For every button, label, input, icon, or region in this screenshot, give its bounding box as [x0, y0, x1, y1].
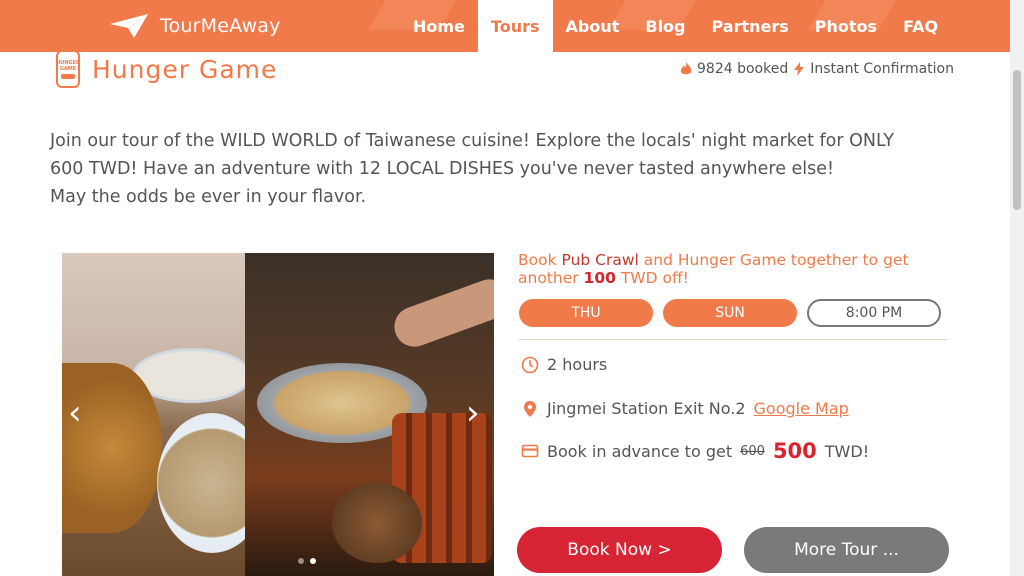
promo-text: TWD off! — [615, 269, 689, 287]
nav-item-photos[interactable]: Photos — [802, 0, 890, 52]
desc-line: Join our tour of the WILD WORLD of Taiwa… — [50, 131, 895, 151]
advance-text: Book in advance to get — [547, 441, 733, 461]
credit-card-icon — [521, 444, 539, 458]
booked-count: 9824 booked — [697, 61, 789, 77]
brand-logo[interactable]: TourMeAway — [108, 12, 281, 40]
map-pin-icon — [524, 400, 536, 417]
promo-text: another — [518, 269, 584, 287]
top-navbar: TourMeAway Home Tours About Blog Partner… — [0, 0, 1010, 52]
carousel-dot[interactable] — [298, 558, 304, 564]
tour-description: Join our tour of the WILD WORLD of Taiwa… — [50, 127, 970, 211]
badge-text: HUNGER GAME — [56, 59, 80, 72]
pub-crawl-link[interactable]: Pub Crawl — [562, 251, 639, 269]
desc-line: 600 TWD! Have an adventure with 12 LOCAL… — [50, 159, 835, 179]
book-now-button[interactable]: Book Now > — [517, 527, 722, 573]
price-row: Book in advance to get 600 500 TWD! — [521, 439, 869, 463]
currency-text: TWD! — [824, 441, 870, 461]
scrollbar-thumb[interactable] — [1013, 70, 1021, 210]
hunger-game-badge-icon: HUNGER GAME — [56, 50, 80, 88]
promo-text: Book — [518, 251, 562, 269]
nav-item-home[interactable]: Home — [400, 0, 478, 52]
schedule-pills: THU SUN 8:00 PM — [519, 299, 941, 327]
badge-bar — [61, 73, 75, 79]
carousel-dot-active[interactable] — [310, 558, 316, 564]
flame-icon — [680, 62, 692, 75]
duration-text: 2 hours — [547, 355, 608, 374]
photo-meat — [332, 483, 422, 563]
tour-photo-carousel[interactable]: ‹ › — [62, 253, 494, 576]
bundle-promo: Book Pub Crawl and Hunger Game together … — [518, 251, 958, 287]
page-scrollbar[interactable] — [1010, 0, 1024, 576]
nav-item-partners[interactable]: Partners — [699, 0, 802, 52]
promo-amount: 100 — [583, 269, 616, 287]
new-price: 500 — [772, 439, 817, 463]
nav-item-faq[interactable]: FAQ — [890, 0, 951, 52]
brand-name: TourMeAway — [160, 15, 281, 37]
tour-header: HUNGER GAME Hunger Game — [56, 50, 277, 88]
carousel-prev-icon[interactable]: ‹ — [68, 393, 92, 433]
time-pill[interactable]: 8:00 PM — [807, 299, 941, 327]
nav-item-blog[interactable]: Blog — [632, 0, 698, 52]
google-map-link[interactable]: Google Map — [754, 399, 849, 418]
nav-menu: Home Tours About Blog Partners Photos FA… — [400, 0, 951, 52]
more-tour-button[interactable]: More Tour ... — [744, 527, 949, 573]
clock-icon — [521, 356, 539, 373]
old-price: 600 — [740, 443, 765, 459]
carousel-dots — [298, 558, 316, 564]
photo-rice — [62, 363, 162, 533]
nav-item-tours[interactable]: Tours — [477, 0, 553, 52]
instant-confirmation: Instant Confirmation — [810, 61, 954, 77]
promo-text: and Hunger Game together to get — [638, 251, 909, 269]
day-thu-pill[interactable]: THU — [519, 299, 653, 327]
divider — [518, 339, 948, 340]
day-sun-pill[interactable]: SUN — [663, 299, 797, 327]
lightning-icon — [794, 62, 805, 76]
duration-row: 2 hours — [521, 355, 607, 374]
nav-item-about[interactable]: About — [553, 0, 633, 52]
location-text: Jingmei Station Exit No.2 — [547, 399, 746, 418]
carousel-next-icon[interactable]: › — [466, 393, 490, 433]
tour-title: Hunger Game — [92, 54, 278, 84]
tour-meta: 9824 booked Instant Confirmation — [680, 61, 954, 77]
location-row: Jingmei Station Exit No.2 Google Map — [521, 399, 849, 418]
paper-plane-icon — [110, 14, 148, 38]
desc-line: May the odds be ever in your flavor. — [50, 187, 367, 207]
